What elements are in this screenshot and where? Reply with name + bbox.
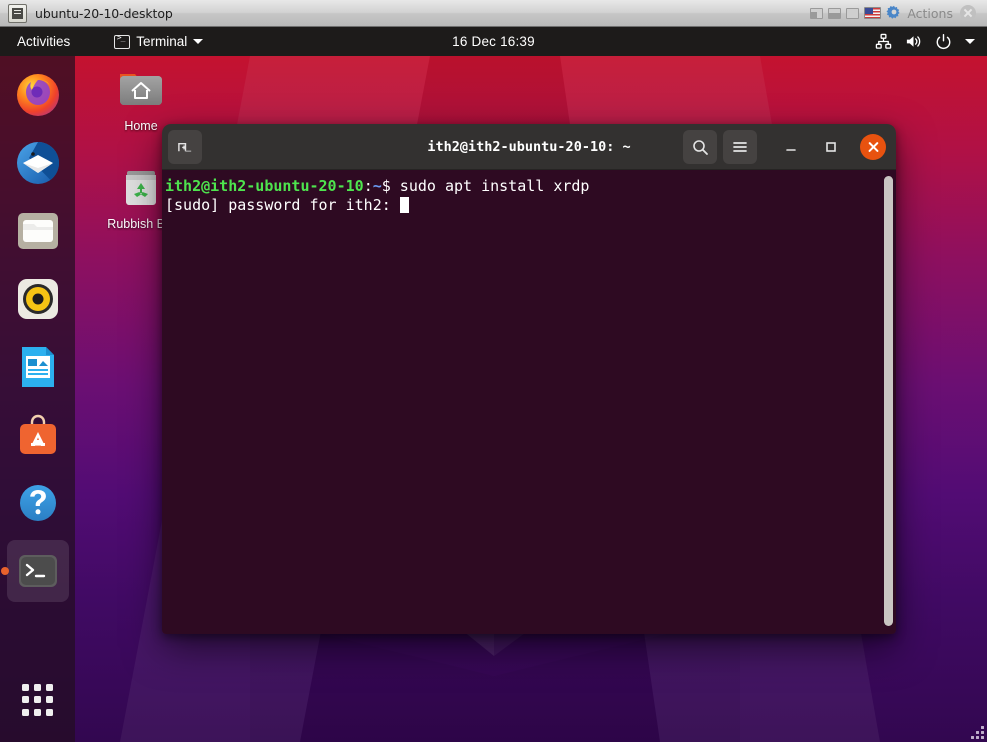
terminal-segment: : bbox=[363, 177, 373, 195]
terminal-segment: [sudo] password for ith2: bbox=[165, 195, 400, 214]
terminal-icon bbox=[114, 33, 131, 49]
search-icon[interactable] bbox=[683, 129, 717, 164]
virtualbox-vm-window: ubuntu-20-10-desktop Actions Home Rubbis… bbox=[0, 0, 987, 742]
vm-screen-icon bbox=[8, 3, 27, 23]
dock-item-help[interactable] bbox=[7, 472, 69, 534]
libreoffice-impress-icon bbox=[21, 347, 54, 387]
ubuntu-software-icon bbox=[19, 414, 56, 454]
terminal-window: ith2@ith2-ubuntu-20-10: ~ ith2@ith2-ubun… bbox=[162, 124, 896, 634]
rubbish-bin-icon bbox=[126, 171, 156, 205]
network-wired-icon bbox=[875, 33, 892, 49]
vm-titlebar: ubuntu-20-10-desktop Actions bbox=[0, 0, 987, 27]
firefox-icon bbox=[16, 74, 59, 116]
dock-item-thunderbird[interactable] bbox=[7, 132, 69, 194]
scale-mode-button[interactable] bbox=[810, 7, 824, 19]
home-folder-icon bbox=[120, 74, 162, 105]
activities-button[interactable]: Activities bbox=[7, 30, 80, 53]
terminal-cursor bbox=[399, 196, 409, 213]
app-menu-button[interactable]: Terminal bbox=[106, 31, 211, 52]
terminal-segment: ith2@ith2-ubuntu-20-10 bbox=[165, 177, 364, 195]
show-applications-button[interactable] bbox=[14, 676, 62, 724]
rhythmbox-icon bbox=[17, 279, 58, 319]
volume-icon bbox=[906, 36, 921, 47]
new-tab-icon[interactable] bbox=[168, 129, 202, 164]
chevron-down-icon bbox=[193, 39, 204, 44]
terminal-titlebar: ith2@ith2-ubuntu-20-10: ~ bbox=[162, 124, 896, 170]
terminal-segment: $ sudo apt install xrdp bbox=[381, 177, 590, 195]
guest-screen: Home Rubbish Bin ith2@ith2-ubuntu-20-10:… bbox=[0, 27, 987, 742]
dock-item-ubuntu-software[interactable] bbox=[7, 404, 69, 466]
minimize-icon[interactable] bbox=[774, 130, 808, 164]
dock-item-firefox[interactable] bbox=[7, 64, 69, 126]
hamburger-menu-icon[interactable] bbox=[723, 129, 757, 164]
dock-item-terminal[interactable] bbox=[6, 540, 69, 602]
gear-icon[interactable] bbox=[886, 5, 902, 21]
resize-grip[interactable] bbox=[966, 721, 984, 739]
dock bbox=[0, 56, 75, 742]
keyboard-layout-flag-icon[interactable] bbox=[864, 7, 882, 19]
vm-actions-label[interactable]: Actions bbox=[907, 6, 953, 21]
terminal-output: ith2@ith2-ubuntu-20-10:~$ sudo apt insta… bbox=[165, 177, 896, 214]
gnome-topbar: Activities Terminal 16 Dec 16:39 bbox=[0, 27, 987, 56]
terminal-line: [sudo] password for ith2: bbox=[165, 196, 896, 215]
maximize-icon[interactable] bbox=[814, 130, 848, 164]
terminal-icon bbox=[18, 555, 57, 587]
clock-label: 16 Dec 16:39 bbox=[452, 34, 535, 49]
system-status-area[interactable] bbox=[875, 33, 987, 50]
close-icon[interactable] bbox=[860, 133, 886, 160]
files-icon bbox=[17, 213, 58, 249]
dock-item-libreoffice-impress[interactable] bbox=[7, 336, 69, 398]
dock-item-rhythmbox[interactable] bbox=[7, 268, 69, 330]
terminal-scrollbar[interactable] bbox=[884, 176, 893, 626]
terminal-body[interactable]: ith2@ith2-ubuntu-20-10:~$ sudo apt insta… bbox=[162, 170, 896, 634]
fullscreen-button[interactable] bbox=[828, 7, 842, 19]
app-menu-label: Terminal bbox=[136, 34, 188, 49]
vm-window-controls: Actions bbox=[810, 5, 983, 21]
terminal-window-buttons bbox=[683, 129, 890, 164]
vm-window-title: ubuntu-20-10-desktop bbox=[35, 5, 173, 21]
chevron-down-icon bbox=[965, 39, 975, 44]
power-icon bbox=[936, 33, 951, 50]
dock-item-files[interactable] bbox=[7, 200, 69, 262]
close-icon[interactable] bbox=[960, 5, 976, 21]
help-icon bbox=[19, 485, 56, 521]
terminal-segment: ~ bbox=[372, 177, 382, 195]
desktop-icon-label: Home bbox=[124, 119, 158, 133]
terminal-line: ith2@ith2-ubuntu-20-10:~$ sudo apt insta… bbox=[165, 177, 896, 196]
seamless-mode-button[interactable] bbox=[846, 7, 860, 19]
desktop-icon-home[interactable]: Home bbox=[96, 65, 186, 133]
thunderbird-icon bbox=[16, 142, 59, 184]
